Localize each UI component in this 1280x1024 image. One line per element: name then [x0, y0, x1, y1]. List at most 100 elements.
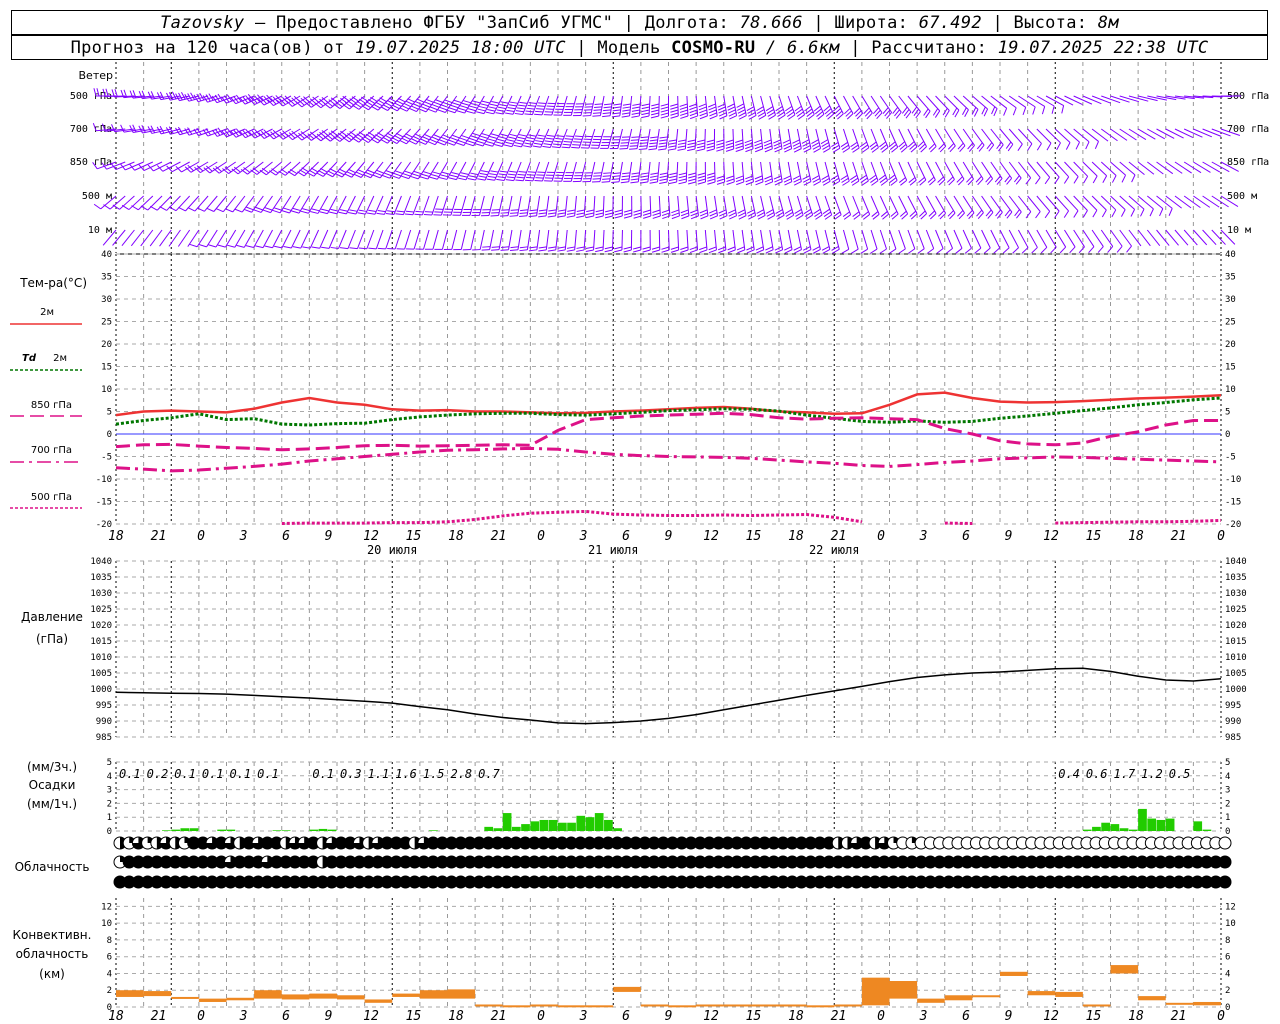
wind-barb-flag — [524, 179, 533, 182]
wind-barb-flag — [505, 179, 514, 182]
wind-barb-flag — [487, 108, 496, 112]
wind-barb-flag — [427, 141, 436, 146]
wind-barb-flag — [536, 108, 545, 110]
wind-barb-flag — [292, 246, 301, 249]
wind-barb-flag — [517, 173, 526, 176]
wind-barb-staff — [309, 229, 320, 249]
wind-barb-flag — [481, 133, 490, 137]
wind-barb-flag — [575, 135, 584, 138]
wind-barb-flag — [557, 249, 566, 252]
wind-barb-flag — [735, 148, 744, 152]
wind-barb-flag — [642, 249, 651, 253]
wind-barb-staff — [907, 128, 918, 148]
tick-y-right: 1025 — [1225, 605, 1247, 615]
wind-barb-flag — [551, 146, 560, 149]
wind-barb-staff — [1027, 95, 1045, 107]
wind-barb-flag — [983, 247, 991, 254]
tick-x-hour: 9 — [1005, 529, 1013, 544]
wind-barb-flag — [689, 112, 698, 117]
wind-barb-flag — [478, 105, 487, 109]
wind-barb-flag — [699, 112, 708, 117]
wind-barb-staff — [879, 229, 887, 250]
wind-barb-flag — [763, 142, 772, 147]
wind-barb-flag — [527, 171, 536, 173]
wind-barb-flag — [681, 215, 690, 220]
wind-barb-flag — [1031, 247, 1038, 254]
wind-barb-flag — [576, 212, 585, 215]
wind-barb-flag — [632, 103, 641, 106]
wind-barb-flag — [792, 175, 801, 180]
wind-barb-flag — [1092, 175, 1098, 184]
wind-barb-flag — [1059, 246, 1067, 254]
wind-barb-flag — [650, 112, 659, 116]
wind-barb-flag — [745, 181, 754, 186]
cloud-symbol — [1218, 875, 1232, 889]
precip-label: Осадки — [29, 778, 76, 792]
wind-barb-flag — [700, 215, 709, 220]
tick-x-date: 21 июля — [588, 543, 639, 557]
wind-barb-staff — [1110, 161, 1126, 176]
wind-barb-flag — [384, 101, 393, 107]
wind-barb-flag — [668, 145, 677, 148]
wind-barb-flag — [566, 249, 575, 252]
wind-barb-flag — [660, 103, 669, 107]
wind-barb-flag — [542, 145, 551, 148]
precip-bar — [429, 830, 438, 831]
conv-cloud-bar — [143, 991, 172, 997]
wind-barb-flag — [405, 210, 415, 213]
wind-barb-flag — [547, 249, 556, 252]
wind-barb-flag — [659, 181, 668, 184]
wind-barb-flag — [611, 115, 620, 118]
wind-barb-flag — [495, 112, 504, 115]
wind-barb-flag — [528, 215, 537, 218]
conv-cloud-bar — [254, 990, 282, 999]
tick-x-hour: 3 — [239, 529, 248, 544]
wind-barb-flag — [524, 113, 533, 116]
wind-barb-flag — [344, 173, 352, 178]
wind-barb-flag — [262, 209, 271, 214]
wind-barb-flag — [420, 105, 429, 110]
tick-y-left: 1015 — [90, 637, 112, 647]
wind-barb-flag — [668, 139, 677, 142]
wind-barb-flag — [514, 112, 523, 115]
wind-level-label: 500 м — [82, 191, 112, 202]
conv-cloud-bar — [1165, 1002, 1194, 1005]
conv-cloud-bar — [337, 995, 365, 1000]
precip-3h-label: 0.7 — [478, 767, 500, 781]
wind-barb-flag — [508, 104, 517, 107]
wind-barb-staff — [1110, 128, 1128, 141]
wind-barb-flag — [500, 133, 509, 137]
tick-y-left: 12 — [101, 902, 112, 912]
wind-barb-flag — [668, 142, 677, 145]
wind-barb-flag — [594, 103, 603, 105]
wind-barb-flag — [537, 105, 546, 107]
wind-barb-flag — [1035, 211, 1041, 219]
wind-barb-flag — [358, 247, 367, 250]
wind-barb-flag — [283, 207, 292, 211]
tick-x-hour: 0 — [197, 1009, 205, 1024]
wind-barb-flag — [738, 215, 747, 220]
wind-barb-staff — [852, 195, 861, 215]
tick-y-right: 5 — [1225, 408, 1230, 418]
conv-cloud-bar — [1027, 991, 1056, 996]
tick-y-left: 8 — [107, 936, 112, 946]
wind-level-label: 850 гПа — [70, 157, 112, 168]
wind-barb-flag — [535, 110, 544, 113]
wind-barb-flag — [670, 103, 679, 107]
wind-barb-flag — [389, 106, 398, 112]
tick-x-hour: 15 — [406, 1009, 422, 1024]
wind-barb-flag — [623, 212, 632, 216]
wind-barb-staff — [206, 229, 218, 248]
wind-barb-staff — [1128, 161, 1145, 175]
conv-cloud-bar — [309, 993, 337, 999]
wind-barb-staff — [1055, 95, 1074, 106]
wind-barb-flag — [253, 209, 262, 213]
wind-barb-flag — [509, 249, 519, 252]
wind-barb-flag — [131, 205, 139, 211]
wind-barb-staff — [907, 229, 916, 249]
conv-label-3: (км) — [39, 967, 65, 981]
wind-barb-flag — [1140, 208, 1145, 217]
wind-barb-flag — [451, 134, 460, 139]
wind-barb-flag — [1121, 209, 1126, 217]
tick-x-hour: 12 — [1043, 529, 1059, 544]
